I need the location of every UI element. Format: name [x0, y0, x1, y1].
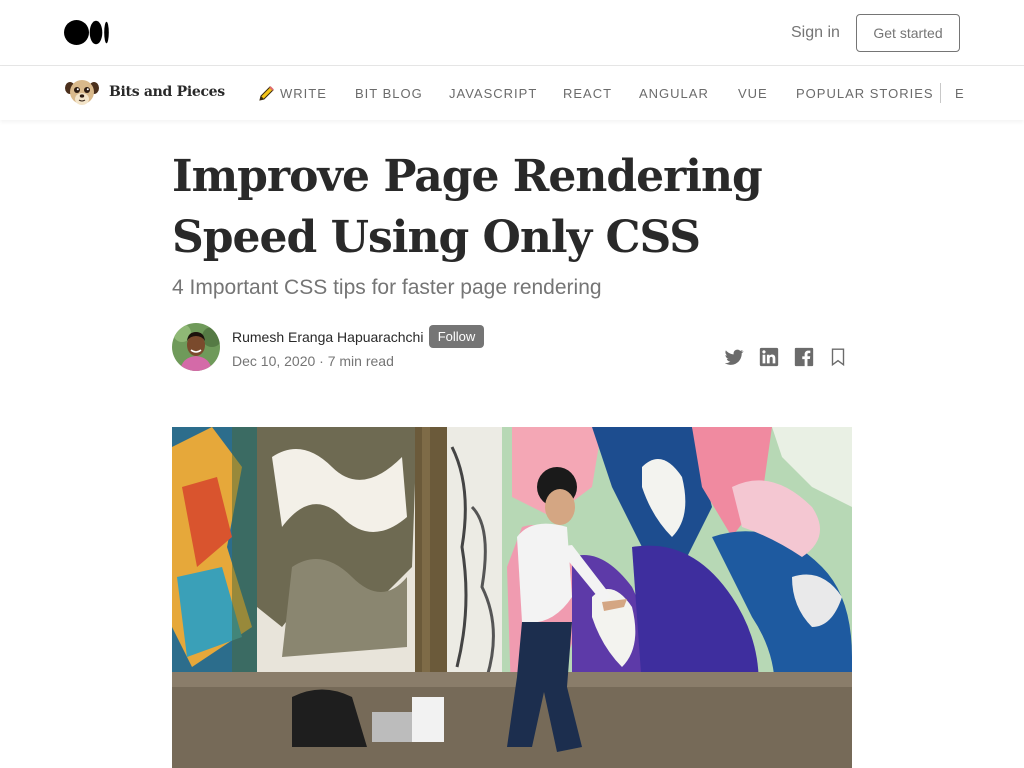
- nav-item-react[interactable]: REACT: [563, 86, 612, 101]
- nav-item-overflow[interactable]: E: [955, 86, 964, 101]
- nav-item-write[interactable]: WRITE: [258, 85, 327, 102]
- author-name[interactable]: Rumesh Eranga Hapuarachchi: [232, 329, 423, 345]
- publication-name[interactable]: Bits and Pieces: [109, 84, 225, 100]
- publication-nav: Bits and Pieces WRITE BIT BLOG JAVASCRIP…: [0, 66, 1024, 120]
- top-bar: Sign in Get started: [0, 0, 1024, 66]
- facebook-icon[interactable]: [793, 346, 815, 368]
- sign-in-link[interactable]: Sign in: [791, 24, 840, 42]
- nav-divider: [940, 83, 941, 103]
- hero-image: [172, 427, 852, 768]
- author-avatar[interactable]: [172, 323, 220, 371]
- meerkat-logo-icon[interactable]: [64, 77, 100, 109]
- article-subtitle: 4 Important CSS tips for faster page ren…: [172, 276, 602, 299]
- nav-item-popular-stories[interactable]: POPULAR STORIES: [796, 86, 934, 101]
- nav-item-bit-blog[interactable]: BIT BLOG: [355, 86, 423, 101]
- get-started-button[interactable]: Get started: [856, 14, 960, 52]
- medium-logo-icon[interactable]: [64, 20, 110, 45]
- nav-item-javascript[interactable]: JAVASCRIPT: [449, 86, 537, 101]
- nav-item-vue[interactable]: VUE: [738, 86, 768, 101]
- twitter-icon[interactable]: [723, 346, 745, 368]
- linkedin-icon[interactable]: [758, 346, 780, 368]
- avatar-image: [172, 323, 220, 371]
- follow-button[interactable]: Follow: [429, 325, 484, 348]
- nav-item-angular[interactable]: ANGULAR: [639, 86, 709, 101]
- article-meta: Dec 10, 2020 · 7 min read: [232, 353, 394, 369]
- nav-item-label: WRITE: [280, 86, 327, 101]
- article-title: Improve Page Rendering Speed Using Only …: [172, 151, 763, 263]
- pencil-icon: [259, 86, 274, 101]
- bookmark-icon[interactable]: [827, 346, 849, 368]
